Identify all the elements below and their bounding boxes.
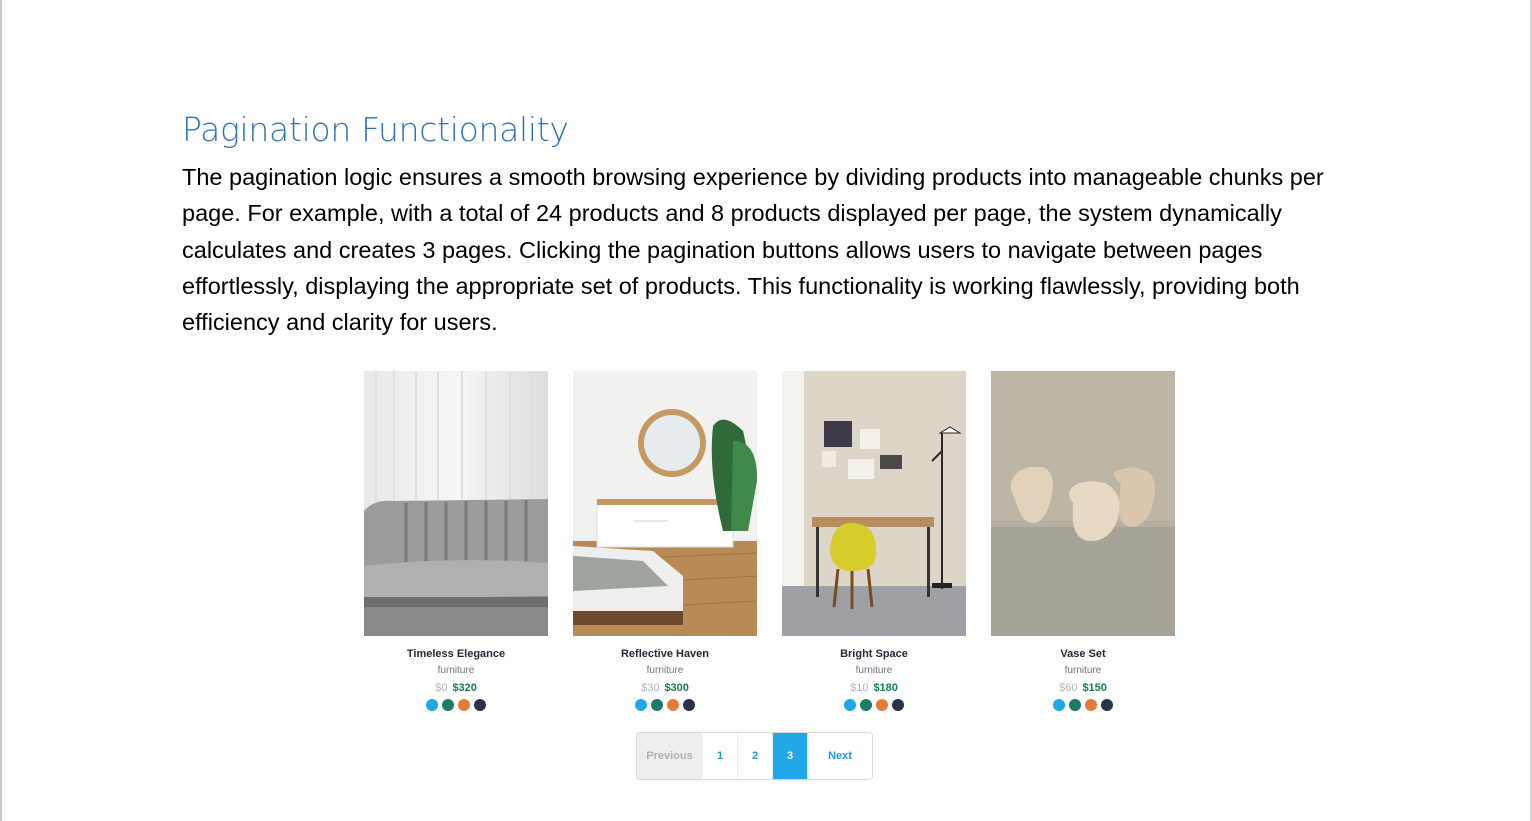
swatch-orange[interactable] <box>458 699 470 711</box>
page-button-1[interactable]: 1 <box>703 733 738 779</box>
swatch-teal[interactable] <box>860 699 872 711</box>
product-image-bedroom[interactable] <box>573 371 757 636</box>
page-left-edge <box>0 0 2 821</box>
product-name[interactable]: Vase Set <box>991 647 1175 661</box>
swatch-orange[interactable] <box>876 699 888 711</box>
swatch-navy[interactable] <box>1101 699 1113 711</box>
swatch-teal[interactable] <box>1069 699 1081 711</box>
product-name[interactable]: Timeless Elegance <box>364 647 548 661</box>
page-button-2[interactable]: 2 <box>738 733 773 779</box>
product-card[interactable]: Bright Space furniture $10 $180 <box>782 371 966 711</box>
color-swatches <box>991 699 1175 711</box>
product-image-sofa[interactable] <box>364 371 548 636</box>
product-old-price: $0 <box>435 682 448 694</box>
product-current-price: $300 <box>664 682 689 694</box>
product-category: furniture <box>1064 665 1102 676</box>
product-price: $10 $180 <box>782 682 966 695</box>
product-category: furniture <box>437 665 475 676</box>
color-swatches <box>782 699 966 711</box>
swatch-teal[interactable] <box>651 699 663 711</box>
product-image-desk[interactable] <box>782 371 966 636</box>
swatch-blue[interactable] <box>844 699 856 711</box>
swatch-navy[interactable] <box>892 699 904 711</box>
product-current-price: $320 <box>452 682 477 694</box>
swatch-orange[interactable] <box>667 699 679 711</box>
product-card[interactable]: Vase Set furniture $60 $150 <box>991 371 1175 711</box>
product-card[interactable]: Timeless Elegance furniture $0 $320 <box>364 371 548 711</box>
product-old-price: $10 <box>850 682 869 694</box>
swatch-orange[interactable] <box>1085 699 1097 711</box>
color-swatches <box>364 699 548 711</box>
swatch-navy[interactable] <box>474 699 486 711</box>
document-paragraph: The pagination logic ensures a smooth br… <box>182 164 1324 336</box>
product-current-price: $150 <box>1082 682 1107 694</box>
product-category: furniture <box>646 665 684 676</box>
next-button[interactable]: Next <box>808 733 872 779</box>
swatch-blue[interactable] <box>1053 699 1065 711</box>
swatch-teal[interactable] <box>442 699 454 711</box>
pagination: Previous 1 2 3 Next <box>636 732 873 780</box>
previous-button[interactable]: Previous <box>637 733 703 779</box>
product-name[interactable]: Reflective Haven <box>573 647 757 661</box>
swatch-blue[interactable] <box>635 699 647 711</box>
product-image-vases[interactable] <box>991 371 1175 636</box>
color-swatches <box>573 699 757 711</box>
product-current-price: $180 <box>873 682 898 694</box>
swatch-blue[interactable] <box>426 699 438 711</box>
page-button-3[interactable]: 3 <box>773 733 808 779</box>
product-price: $0 $320 <box>364 682 548 695</box>
swatch-navy[interactable] <box>683 699 695 711</box>
product-card[interactable]: Reflective Haven furniture $30 $300 <box>573 371 757 711</box>
product-old-price: $60 <box>1059 682 1078 694</box>
product-grid: Timeless Elegance furniture $0 $320 Refl… <box>364 371 1175 711</box>
product-price: $60 $150 <box>991 682 1175 695</box>
product-category: furniture <box>855 665 893 676</box>
product-price: $30 $300 <box>573 682 757 695</box>
product-old-price: $30 <box>641 682 660 694</box>
document-heading: Pagination Functionality <box>182 110 569 149</box>
product-name[interactable]: Bright Space <box>782 647 966 661</box>
